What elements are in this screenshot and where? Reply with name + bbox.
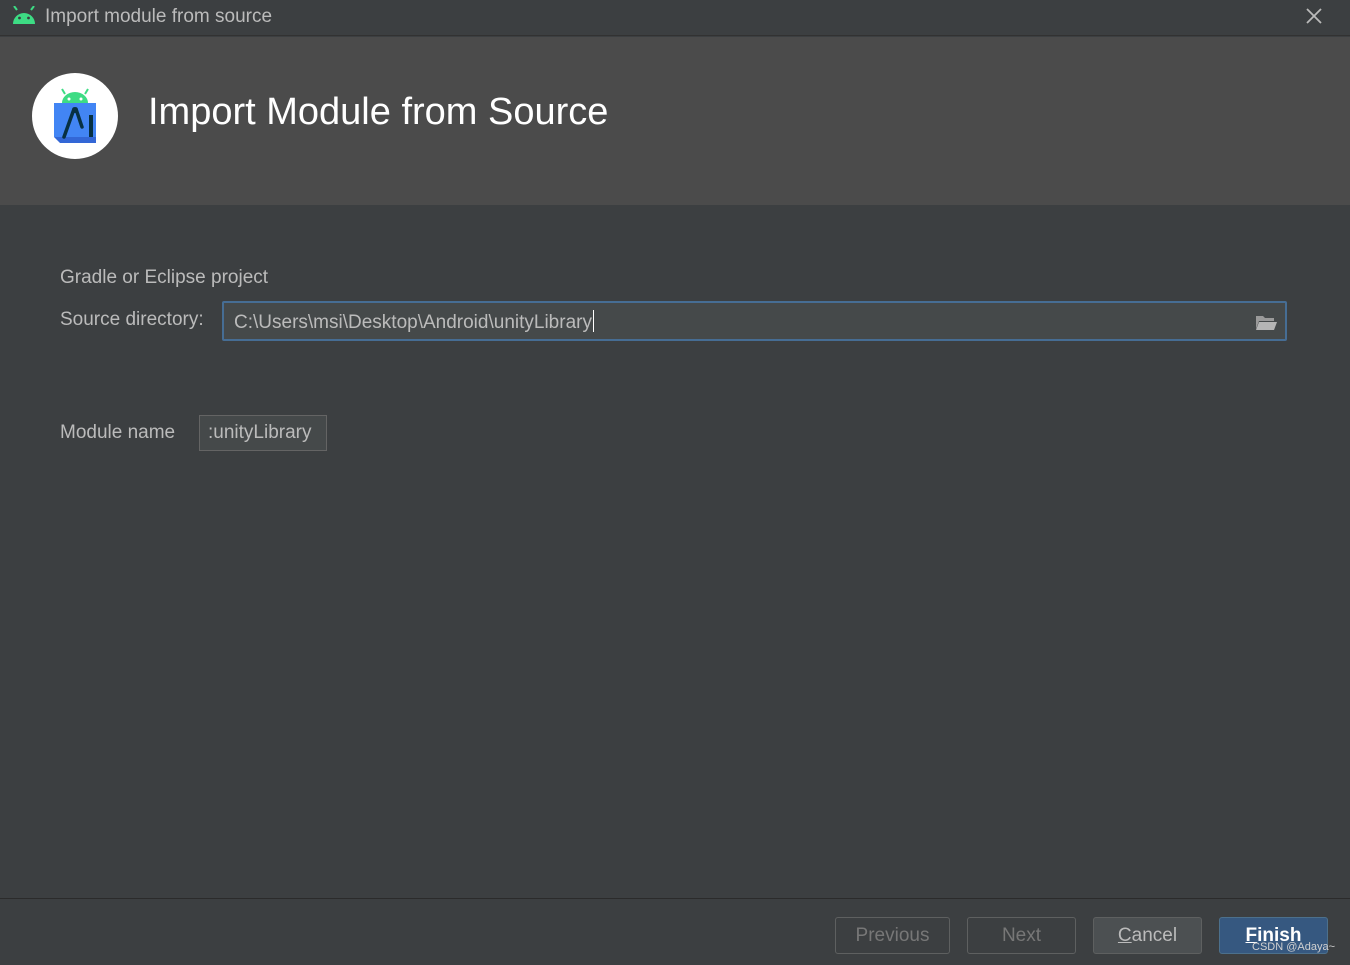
close-icon[interactable] xyxy=(1302,4,1326,28)
source-directory-label: Source directory: xyxy=(60,309,204,330)
watermark: CSDN @Adaya~ xyxy=(1252,941,1336,953)
source-directory-field[interactable]: C:\Users\msi\Desktop\Android\unityLibrar… xyxy=(222,301,1287,341)
wizard-header: Import Module from Source xyxy=(0,37,1350,205)
module-name-field[interactable]: :unityLibrary xyxy=(199,415,327,451)
android-studio-logo xyxy=(32,73,118,159)
android-icon xyxy=(13,6,35,24)
wizard-title: Import Module from Source xyxy=(148,91,609,133)
module-name-value[interactable]: :unityLibrary xyxy=(208,422,312,444)
form-panel: Gradle or Eclipse project Source directo… xyxy=(0,205,1350,898)
window-title: Import module from source xyxy=(45,6,273,27)
source-directory-value[interactable]: C:\Users\msi\Desktop\Android\unityLibrar… xyxy=(234,310,594,334)
cancel-button[interactable]: Cancel xyxy=(1093,917,1202,954)
project-type-label: Gradle or Eclipse project xyxy=(60,267,269,288)
cancel-label-rest: ancel xyxy=(1131,925,1178,946)
module-name-label: Module name xyxy=(60,422,176,443)
button-bar: Previous Next Cancel Finish xyxy=(0,898,1350,965)
folder-icon[interactable] xyxy=(1254,312,1278,332)
cancel-mnemonic: C xyxy=(1117,925,1132,946)
title-bar: Import module from source xyxy=(0,0,1350,36)
next-button[interactable]: Next xyxy=(967,917,1076,954)
previous-button[interactable]: Previous xyxy=(835,917,950,954)
